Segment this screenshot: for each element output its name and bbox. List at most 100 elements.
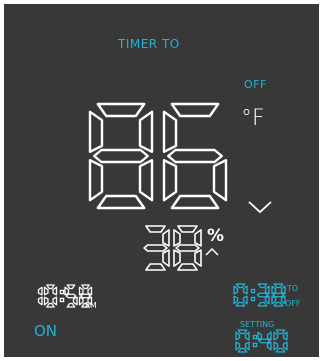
segment-a bbox=[46, 284, 55, 290]
segment-e bbox=[173, 249, 181, 267]
colon-dot bbox=[250, 288, 256, 294]
segment-b bbox=[194, 229, 202, 247]
segment-c bbox=[162, 249, 170, 267]
thermostat-display-panel: TIMER TO OFF °F % PM ON TO OFF SETTING bbox=[4, 4, 319, 357]
segment-c bbox=[264, 295, 270, 305]
segment-d bbox=[170, 194, 220, 210]
digit-0 bbox=[235, 329, 250, 353]
digit-1 bbox=[173, 225, 202, 271]
segment-g bbox=[256, 292, 269, 298]
segment-f bbox=[173, 229, 181, 247]
chevron-down-icon[interactable] bbox=[248, 201, 272, 215]
segment-g bbox=[258, 338, 271, 344]
segment-f bbox=[43, 286, 49, 296]
colon-dot bbox=[252, 342, 258, 348]
digit-1 bbox=[43, 284, 58, 308]
segment-b bbox=[244, 331, 250, 341]
segment-c bbox=[212, 159, 228, 202]
digit-0 bbox=[88, 102, 154, 210]
segment-b bbox=[138, 110, 154, 153]
segment-g bbox=[175, 244, 200, 252]
setting-readout[interactable] bbox=[235, 329, 288, 354]
segment-g bbox=[65, 293, 77, 299]
segment-g bbox=[166, 148, 223, 164]
segment-d bbox=[177, 263, 198, 271]
segment-c bbox=[266, 341, 272, 351]
segment-a bbox=[81, 284, 90, 290]
segment-b bbox=[242, 285, 248, 295]
segment-b bbox=[87, 286, 93, 296]
segment-a bbox=[235, 283, 246, 289]
segment-b bbox=[282, 331, 288, 341]
segment-b bbox=[162, 229, 170, 247]
digit-2 bbox=[271, 283, 286, 307]
digit-2 bbox=[64, 284, 78, 308]
humidity-unit: % bbox=[207, 226, 225, 246]
colon-dot bbox=[59, 297, 65, 303]
segment-a bbox=[273, 283, 284, 289]
temperature-readout bbox=[88, 102, 228, 210]
segment-f bbox=[233, 285, 239, 295]
segment-b bbox=[52, 286, 58, 296]
segment-f bbox=[64, 286, 70, 296]
segment-f bbox=[88, 110, 104, 153]
power-status-label[interactable]: OFF bbox=[244, 78, 267, 91]
segment-a bbox=[145, 225, 166, 233]
colon-dot bbox=[59, 289, 65, 295]
segment-e bbox=[162, 159, 178, 202]
segment-e bbox=[235, 341, 241, 351]
segment-a bbox=[257, 283, 268, 289]
segment-c bbox=[282, 341, 288, 351]
segment-d bbox=[96, 194, 146, 210]
humidity-readout bbox=[143, 225, 202, 271]
segment-c bbox=[244, 341, 250, 351]
segment-c bbox=[194, 249, 202, 267]
segment-g bbox=[272, 292, 285, 298]
segment-d bbox=[237, 347, 248, 353]
clock-readout bbox=[37, 284, 93, 308]
segment-g bbox=[92, 148, 149, 164]
segment-e bbox=[273, 341, 279, 351]
clock-meridiem: PM bbox=[85, 301, 97, 310]
segment-b bbox=[280, 285, 286, 295]
timer-remaining-readout bbox=[233, 283, 286, 307]
digit-0 bbox=[143, 225, 170, 271]
segment-a bbox=[66, 284, 76, 290]
segment-e bbox=[233, 295, 239, 305]
segment-a bbox=[170, 102, 220, 118]
segment-c bbox=[37, 296, 43, 306]
segment-d bbox=[273, 301, 284, 307]
segment-c bbox=[242, 295, 248, 305]
segment-b bbox=[37, 286, 43, 296]
digit-0 bbox=[37, 286, 43, 306]
segment-f bbox=[78, 286, 84, 296]
segment-f bbox=[273, 331, 279, 341]
segment-d bbox=[235, 301, 246, 307]
segment-a bbox=[96, 102, 146, 118]
segment-c bbox=[72, 296, 78, 306]
segment-f bbox=[162, 110, 178, 153]
timer-to-small-label: TO bbox=[287, 284, 299, 293]
colon-dot bbox=[250, 296, 256, 302]
segment-c bbox=[138, 159, 154, 202]
clock-state-label[interactable]: ON bbox=[34, 322, 57, 340]
segment-c bbox=[52, 296, 58, 306]
segment-e bbox=[43, 296, 49, 306]
chevron-up-icon[interactable] bbox=[205, 247, 219, 256]
timer-off-small-label: OFF bbox=[285, 299, 301, 308]
segment-b bbox=[266, 331, 272, 341]
segment-d bbox=[257, 301, 268, 307]
digit-2 bbox=[273, 329, 288, 353]
segment-e bbox=[271, 295, 277, 305]
segment-d bbox=[145, 263, 166, 271]
segment-b bbox=[264, 285, 270, 295]
segment-f bbox=[271, 285, 277, 295]
segment-a bbox=[177, 225, 198, 233]
digit-1 bbox=[257, 331, 272, 351]
digit-0 bbox=[233, 283, 248, 307]
segment-g bbox=[80, 293, 91, 299]
segment-f bbox=[235, 331, 241, 341]
segment-g bbox=[143, 244, 168, 252]
segment-d bbox=[275, 347, 286, 353]
digit-1 bbox=[256, 283, 270, 307]
